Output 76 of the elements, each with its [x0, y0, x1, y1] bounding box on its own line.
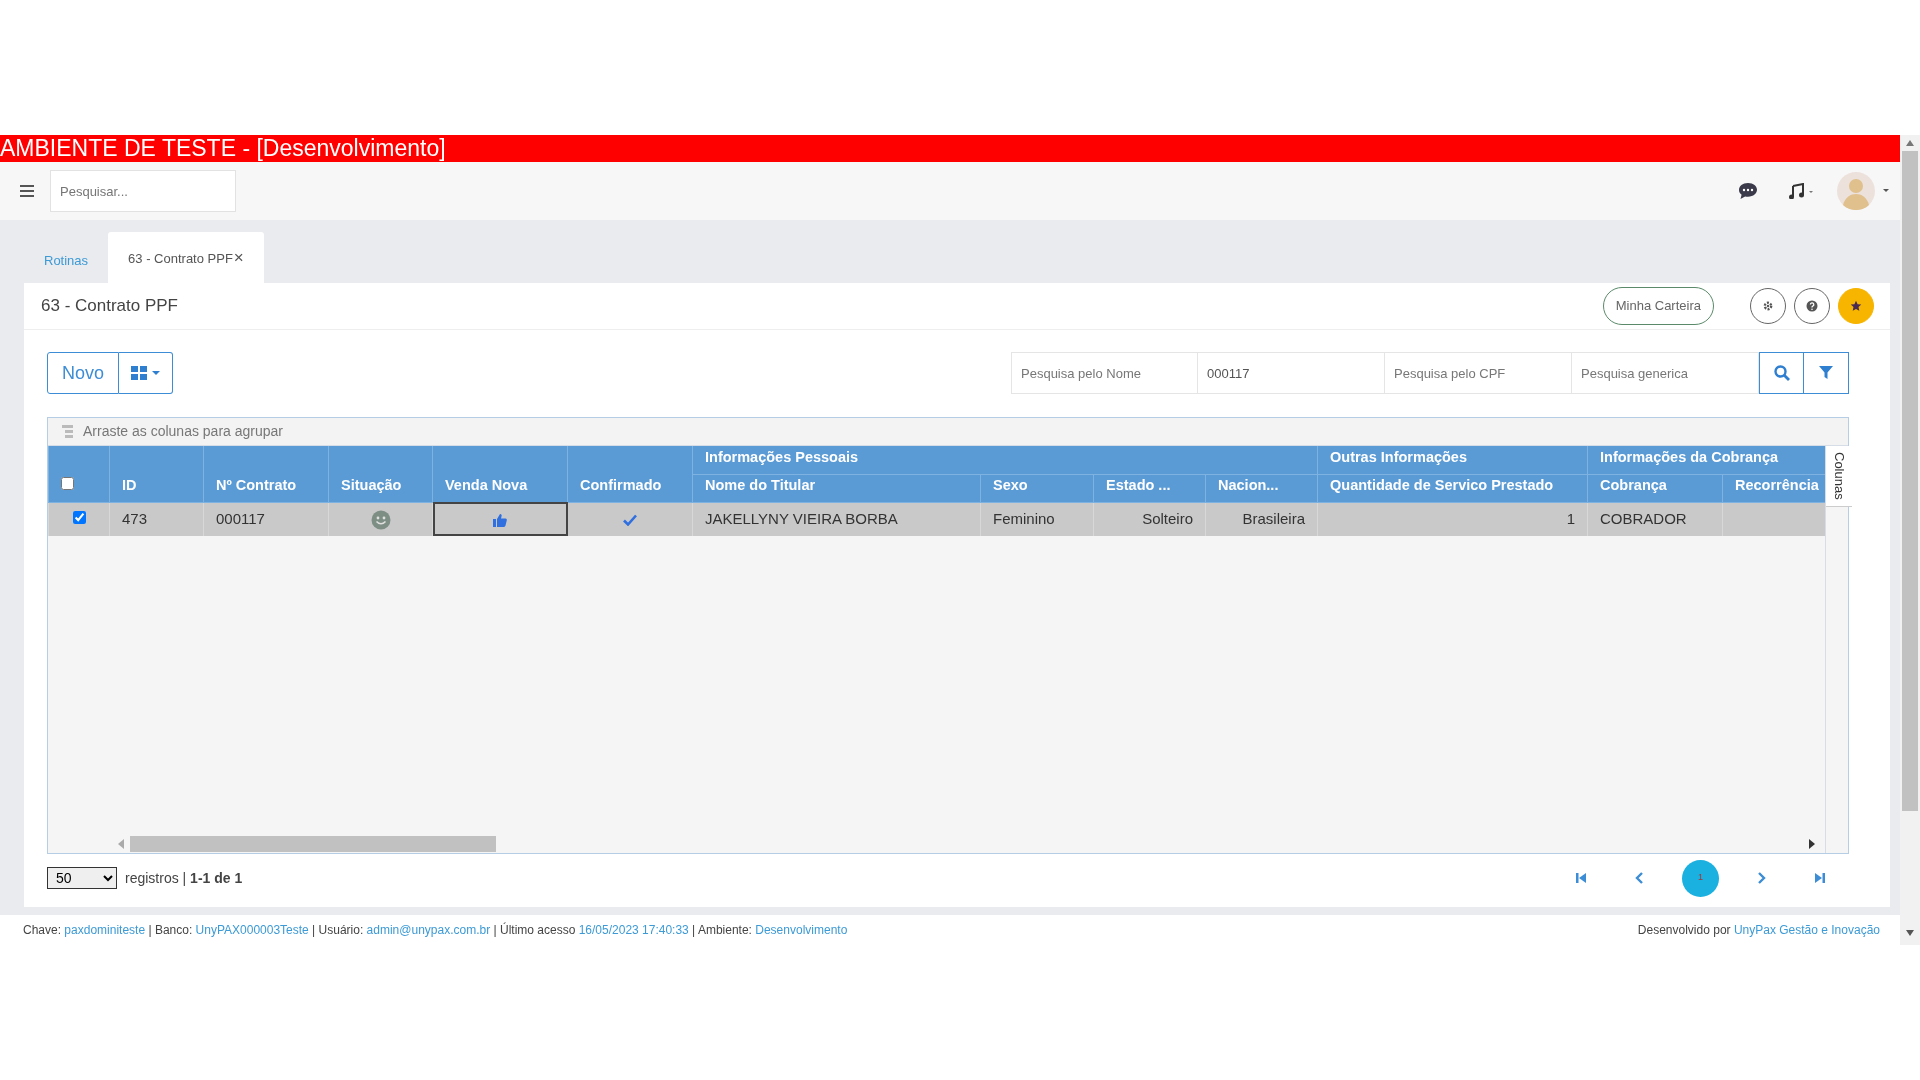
column-header[interactable]: Sexo	[980, 474, 1094, 502]
page-size-select[interactable]: 50	[47, 867, 117, 889]
focused-cell[interactable]	[432, 502, 568, 536]
table-cell: Solteiro	[1142, 510, 1193, 527]
column-header[interactable]: Confirmado	[567, 446, 693, 502]
settings-button[interactable]	[1750, 288, 1786, 324]
last-page-icon	[1815, 872, 1825, 884]
row-checkbox[interactable]	[72, 511, 86, 524]
column-header[interactable]: Quantidade de Servico Prestado	[1317, 474, 1588, 502]
column-header[interactable]: Estado ...	[1093, 474, 1206, 502]
gear-icon	[1762, 300, 1774, 312]
filter-button[interactable]	[1804, 352, 1849, 394]
search-field[interactable]: Pesquisa generica	[1572, 352, 1759, 394]
previous-page-icon	[1634, 872, 1644, 884]
table-cell: JAKELLYNY VIEIRA BORBA	[705, 510, 898, 527]
first-page-icon	[1576, 872, 1586, 884]
close-button[interactable]: ×	[233, 247, 244, 267]
table-cell: 000117	[216, 510, 265, 527]
search-button[interactable]	[1759, 352, 1804, 394]
search-field[interactable]: 000117	[1198, 352, 1385, 394]
table-cell: 1	[1566, 510, 1575, 527]
next-page-icon	[1757, 872, 1767, 884]
scroll-down-icon[interactable]	[1905, 929, 1915, 937]
view-menu-button[interactable]	[119, 352, 174, 394]
new-button[interactable]: Novo	[47, 352, 120, 394]
filter-icon	[1819, 366, 1833, 380]
columns-tab[interactable]: Colunas	[1826, 446, 1852, 507]
page-button[interactable]: 1	[1682, 859, 1719, 897]
chat-icon[interactable]	[1738, 182, 1758, 200]
search-field[interactable]: Pesquisar...	[50, 170, 236, 212]
column-header[interactable]: Recorrência	[1722, 474, 1828, 502]
search-field[interactable]: Pesquisa pelo CPF	[1385, 352, 1572, 394]
help-button[interactable]	[1794, 288, 1830, 324]
scrollbar-thumb[interactable]	[130, 836, 496, 852]
check-icon	[623, 514, 637, 527]
column-header[interactable]: Situação	[328, 446, 433, 502]
column-header[interactable]: Cobrança	[1587, 474, 1723, 502]
records-summary: registros | 1-1 de 1	[125, 868, 243, 888]
table-cell: Brasileira	[1242, 510, 1305, 527]
scroll-up-icon[interactable]	[1905, 139, 1915, 147]
grid-icon	[131, 366, 148, 380]
scroll-right-icon[interactable]	[1809, 839, 1815, 849]
column-header[interactable]: Venda Nova	[432, 446, 568, 502]
column-group-header: Informações Pessoais	[692, 446, 1318, 474]
column-group-header: Outras Informações	[1317, 446, 1588, 474]
page-title: 63 - Contrato PPF	[41, 295, 178, 318]
column-header[interactable]: Nome do Titular	[692, 474, 981, 502]
group-hint: Arraste as colunas para agrupar	[83, 422, 283, 441]
scroll-left-icon[interactable]	[118, 839, 124, 849]
search-icon	[1773, 365, 1790, 381]
star-icon	[1850, 300, 1862, 312]
caret-icon	[152, 370, 161, 376]
scrollbar-thumb[interactable]	[1902, 151, 1918, 811]
search-field[interactable]: Pesquisa pelo Nome	[1011, 352, 1198, 394]
question-icon	[1806, 300, 1818, 312]
table-cell: 473	[122, 510, 148, 527]
session-info: Chave: paxdominiteste | Banco: UnyPAX000003Teste | Usuário: admin@unypax.com.br | Último acesso 16/05/2023 17:40:33 | Ambiente: Desenvolvimento	[23, 921, 848, 939]
credit-text: Desenvolvido por UnyPax Gestão e Inovação	[1637, 922, 1880, 939]
select-all-checkbox[interactable]	[61, 476, 74, 490]
group-icon	[62, 425, 73, 438]
column-header[interactable]: Nº Contrato	[203, 446, 329, 502]
thumbs-up-icon	[493, 513, 507, 528]
smiley-icon	[370, 510, 391, 531]
wallet-button[interactable]: Minha Carteira	[1602, 287, 1714, 325]
table-cell: COBRADOR	[1600, 510, 1687, 527]
vertical-scrollbar[interactable]	[1900, 135, 1920, 945]
column-group-header: Informações da Cobrança	[1587, 446, 1828, 474]
music-note-icon[interactable]	[1788, 183, 1814, 199]
tab[interactable]: 63 - Contrato PPF×	[108, 231, 264, 283]
table-cell: Feminino	[993, 510, 1055, 527]
column-header[interactable]: ID	[109, 446, 204, 502]
environment-banner: AMBIENTE DE TESTE - [Desenvolvimento]	[0, 135, 1900, 162]
favorite-button[interactable]	[1838, 288, 1874, 324]
column-header[interactable]: Nacion...	[1205, 474, 1318, 502]
tab[interactable]: Rotinas	[24, 237, 109, 283]
menu-icon[interactable]	[20, 185, 34, 197]
